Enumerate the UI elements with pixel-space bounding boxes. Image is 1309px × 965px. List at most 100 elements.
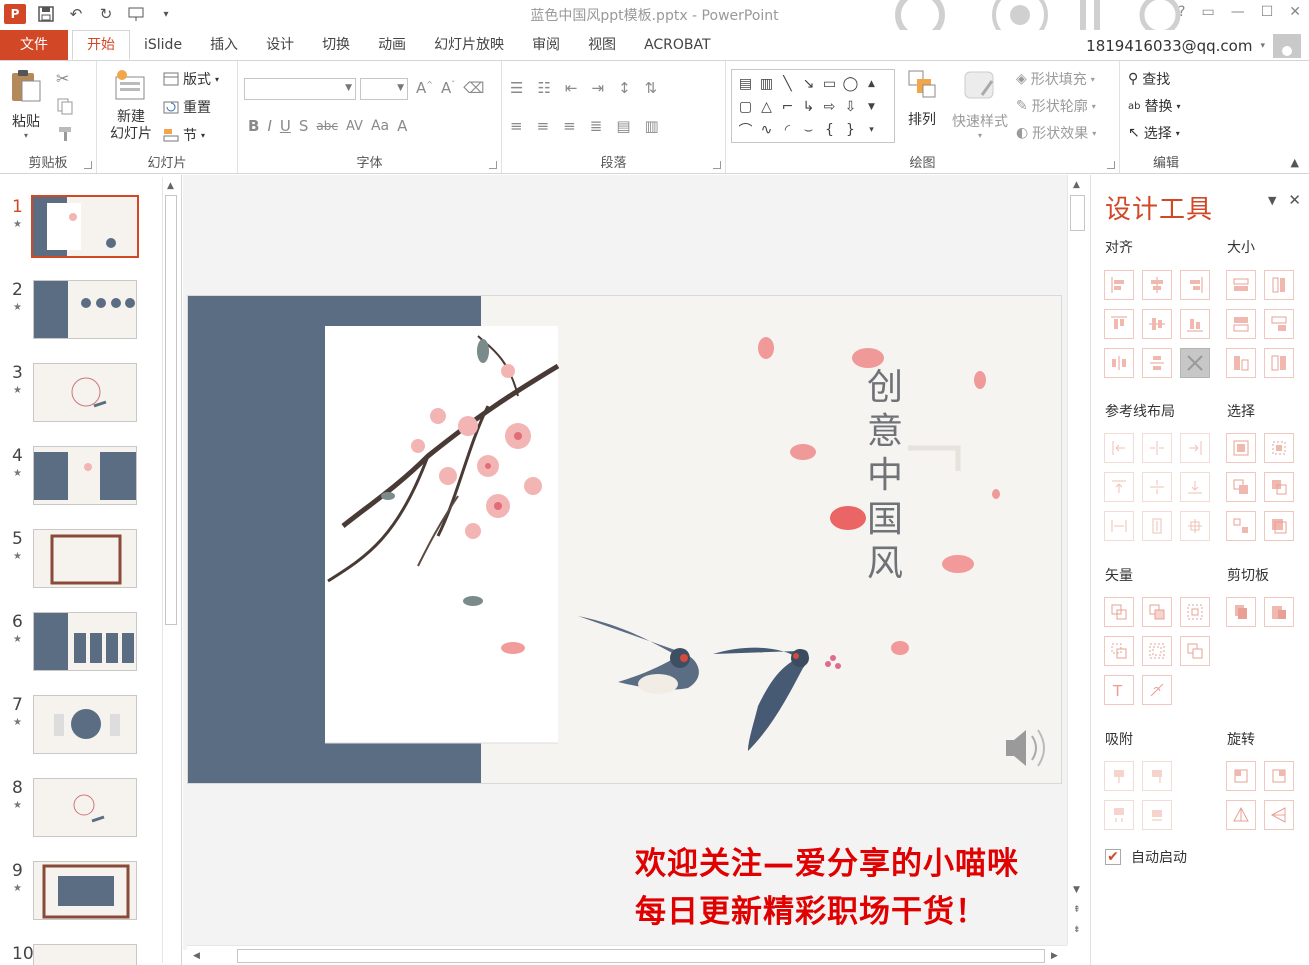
new-slide-button[interactable]: 新建 幻灯片	[101, 69, 161, 143]
same-height-tool-icon[interactable]	[1264, 270, 1294, 300]
oval-shape-icon[interactable]: ◯	[840, 72, 861, 95]
scroll-left-icon[interactable]: ◀	[193, 951, 200, 961]
thumbnails-scrollbar[interactable]: ▲	[162, 177, 179, 963]
elbow-shape-icon[interactable]: ⌐	[777, 95, 798, 118]
same-width-tool-icon[interactable]	[1226, 270, 1256, 300]
select-type-tool-icon[interactable]	[1226, 511, 1256, 541]
tab-design[interactable]: 设计	[252, 30, 308, 60]
paragraph-launcher-icon[interactable]	[713, 161, 721, 169]
scribble-shape-icon[interactable]: ∿	[756, 118, 777, 141]
combine-tool-icon[interactable]	[1142, 597, 1172, 627]
replace-button[interactable]: ab 替换 ▾	[1128, 96, 1181, 116]
thumbnail-image[interactable]	[33, 446, 137, 505]
increase-indent-icon[interactable]: ⇥	[591, 79, 604, 97]
reset-button[interactable]: 重置	[163, 97, 211, 117]
flip-vertical-tool-icon[interactable]	[1226, 800, 1256, 830]
pane-options-icon[interactable]: ▼	[1268, 194, 1276, 209]
slide-thumbnail[interactable]: 8 ★	[0, 776, 160, 844]
align-middle-tool-icon[interactable]	[1142, 309, 1172, 339]
shape-fill-button[interactable]: ◈ 形状填充 ▾	[1016, 69, 1095, 89]
slide-thumbnail[interactable]: 6 ★	[0, 610, 160, 678]
align-center-tool-icon[interactable]	[1142, 270, 1172, 300]
rounded-rect-shape-icon[interactable]: ▢	[735, 95, 756, 118]
freeform-shape-icon[interactable]: ⌒	[735, 118, 756, 141]
guide-right-tool-icon[interactable]	[1180, 433, 1210, 463]
gallery-more-icon[interactable]: ▾	[861, 118, 882, 141]
editor-vertical-scrollbar[interactable]: ▲ ▼ ⇞ ⇟	[1067, 175, 1087, 945]
tab-animations[interactable]: 动画	[364, 30, 420, 60]
slide-title-vertical[interactable]: 创 意 中 国 风	[864, 366, 906, 586]
italic-button[interactable]: I	[267, 117, 271, 135]
layout-button[interactable]: 版式 ▾	[163, 69, 219, 89]
clipboard-launcher-icon[interactable]	[84, 161, 92, 169]
gallery-up-icon[interactable]: ▲	[861, 72, 882, 95]
align-bottom-tool-icon[interactable]	[1180, 309, 1210, 339]
current-slide[interactable]: 创 意 中 国 风	[187, 295, 1062, 784]
tab-acrobat[interactable]: ACROBAT	[630, 30, 725, 60]
align-right-icon[interactable]: ≡	[563, 117, 576, 135]
select-outline-tool-icon[interactable]	[1264, 472, 1294, 502]
help-icon[interactable]: ?	[1178, 4, 1185, 20]
shapes-gallery[interactable]: ▤ ▥ ╲ ↘ ▭ ◯ ▲ ▢ △ ⌐ ↳ ⇨ ⇩ ▼ ⌒ ∿ ◜ ⌣ { } …	[731, 69, 895, 143]
thumbnail-image[interactable]	[33, 363, 137, 422]
select-invert-tool-icon[interactable]	[1264, 511, 1294, 541]
change-case-button[interactable]: Aa	[371, 118, 389, 134]
slide-thumbnail[interactable]: 3 ★	[0, 361, 160, 429]
curve-shape-icon[interactable]: ⌣	[798, 118, 819, 141]
editor-scroll-handle[interactable]	[1070, 195, 1085, 231]
chevron-down-icon[interactable]: ▾	[1260, 41, 1265, 51]
minimize-icon[interactable]: —	[1231, 4, 1245, 20]
section-button[interactable]: 节 ▾	[163, 125, 205, 145]
select-same-tool-icon[interactable]	[1226, 433, 1256, 463]
copy-tool-icon[interactable]	[1226, 597, 1256, 627]
columns-icon[interactable]: ▥	[645, 117, 659, 135]
distribute-h-tool-icon[interactable]	[1104, 348, 1134, 378]
same-size-tool-icon[interactable]	[1226, 309, 1256, 339]
guide-top-tool-icon[interactable]	[1104, 472, 1134, 502]
shape-effects-button[interactable]: ◐ 形状效果 ▾	[1016, 123, 1096, 143]
bullets-icon[interactable]: ☰	[510, 79, 523, 97]
maximize-icon[interactable]: ☐	[1261, 4, 1274, 20]
elbow-arrow-shape-icon[interactable]: ↳	[798, 95, 819, 118]
previous-slide-icon[interactable]: ⇞	[1073, 905, 1081, 915]
next-slide-icon[interactable]: ⇟	[1073, 925, 1081, 935]
tab-home[interactable]: 开始	[72, 30, 130, 60]
autostart-checkbox[interactable]: ✔	[1105, 849, 1121, 865]
thumbnail-image[interactable]	[33, 861, 137, 920]
shape-outline-button[interactable]: ✎ 形状轮廓 ▾	[1016, 96, 1096, 116]
tab-islide[interactable]: iSlide	[130, 30, 196, 60]
slide-thumbnail[interactable]: 9 ★	[0, 859, 160, 927]
thumbnail-image[interactable]	[33, 695, 137, 754]
edit-points-tool-icon[interactable]	[1142, 675, 1172, 705]
guide-bottom-tool-icon[interactable]	[1180, 472, 1210, 502]
scroll-right-icon[interactable]: ▶	[1051, 951, 1058, 961]
textbox-shape-icon[interactable]: ▤	[735, 72, 756, 95]
find-button[interactable]: ⚲ 查找	[1128, 69, 1170, 89]
thumbnail-image[interactable]	[31, 195, 139, 258]
scroll-up-icon[interactable]: ▲	[1073, 180, 1080, 190]
arrow-line-shape-icon[interactable]: ↘	[798, 72, 819, 95]
slide-thumbnail[interactable]: 7 ★	[0, 693, 160, 761]
distribute-v-tool-icon[interactable]	[1142, 348, 1172, 378]
rectangle-shape-icon[interactable]: ▭	[819, 72, 840, 95]
line-spacing-icon[interactable]: ↕	[618, 79, 631, 97]
align-left-tool-icon[interactable]	[1104, 270, 1134, 300]
swap-size-tool-icon[interactable]	[1264, 309, 1294, 339]
drawing-launcher-icon[interactable]	[1107, 161, 1115, 169]
fit-width-tool-icon[interactable]	[1264, 348, 1294, 378]
triangle-shape-icon[interactable]: △	[756, 95, 777, 118]
ribbon-display-icon[interactable]: ▭	[1201, 4, 1214, 20]
justify-icon[interactable]: ≣	[590, 117, 603, 135]
account-area[interactable]: 1819416033@qq.com ▾	[1086, 34, 1301, 58]
snap-top-tool-icon[interactable]	[1104, 800, 1134, 830]
vertical-textbox-shape-icon[interactable]: ▥	[756, 72, 777, 95]
down-arrow-shape-icon[interactable]: ⇩	[840, 95, 861, 118]
select-similar-tool-icon[interactable]	[1264, 433, 1294, 463]
clear-format-icon[interactable]: ⌫	[463, 79, 484, 97]
align-top-tool-icon[interactable]	[1104, 309, 1134, 339]
thumbnail-image[interactable]	[33, 612, 137, 671]
align-left-icon[interactable]: ≡	[510, 117, 523, 135]
guide-spread-h-tool-icon[interactable]	[1104, 511, 1134, 541]
left-brace-shape-icon[interactable]: {	[819, 118, 840, 141]
collapse-ribbon-icon[interactable]: ▲	[1291, 156, 1299, 169]
